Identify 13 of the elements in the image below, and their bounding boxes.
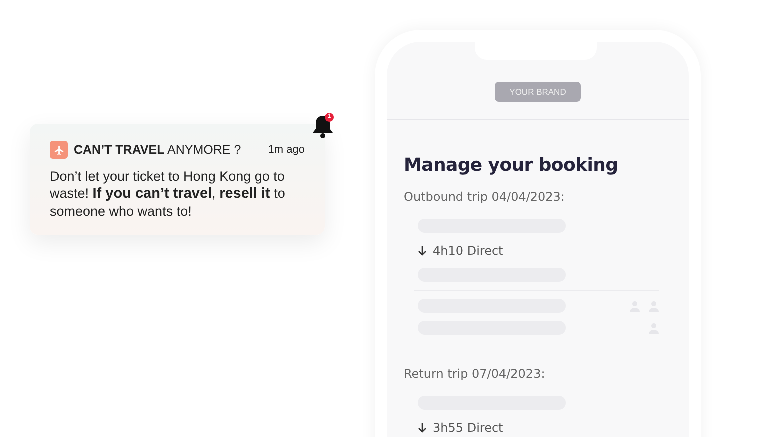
trip-label: Outbound trip 04/04/2023:	[404, 190, 566, 204]
trip-duration: 3h55 Direct	[433, 421, 504, 435]
arrow-down-icon	[418, 246, 427, 256]
arrow-down-icon	[418, 423, 427, 433]
brand-logo: YOUR BRAND	[495, 82, 581, 102]
notification-time: 1m ago	[268, 144, 305, 156]
airplane-icon	[50, 141, 68, 159]
bell-icon[interactable]	[311, 114, 335, 140]
notification-title: CAN’T TRAVEL ANYMORE ?	[74, 143, 242, 157]
page-heading: Manage your booking	[404, 155, 620, 176]
trip-duration: 4h10 Direct	[433, 244, 504, 258]
trip-label: Return trip 07/04/2023:	[404, 367, 546, 381]
notification-message: Don’t let your ticket to Hong Kong go to waste! If you can’t travel, resell it to someone who wants to!	[50, 168, 286, 220]
